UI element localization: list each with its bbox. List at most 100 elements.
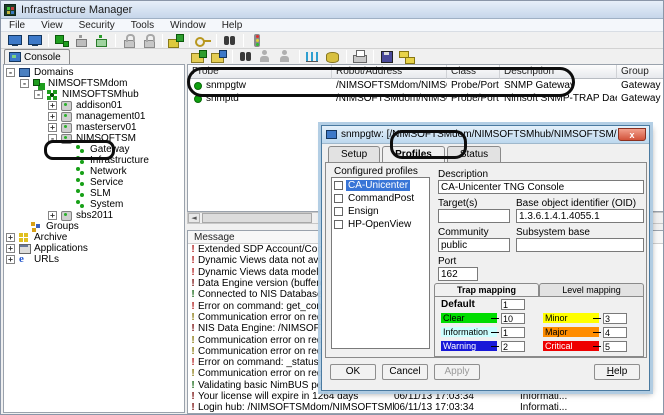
expand-icon[interactable]: + [48, 211, 57, 220]
find-probe-icon[interactable] [237, 49, 255, 64]
tree-item-sbs2011[interactable]: +sbs2011 [4, 210, 184, 221]
information-value-field[interactable] [501, 327, 525, 338]
scrollbar-thumb[interactable] [202, 213, 312, 223]
distribute-icon[interactable] [398, 49, 416, 64]
distribution-icon[interactable] [167, 33, 185, 48]
lock-icon[interactable] [120, 33, 138, 48]
scroll-left-icon[interactable]: ◄ [188, 213, 200, 223]
cancel-button[interactable]: Cancel [382, 364, 428, 380]
expand-icon[interactable]: + [48, 123, 57, 132]
save-icon[interactable] [378, 49, 396, 64]
checkbox-icon[interactable] [334, 194, 343, 203]
port-field[interactable] [438, 267, 478, 281]
menu-help[interactable]: Help [214, 20, 251, 31]
tab-level-mapping[interactable]: Level mapping [539, 283, 644, 296]
table-row-snmptd[interactable]: snmptd /NIMSOFTSMdom/NIMSOFTS... Probe/P… [188, 92, 664, 105]
print-icon[interactable] [351, 49, 369, 64]
ok-button[interactable]: OK [330, 364, 376, 380]
tree-item-infrastructure[interactable]: Infrastructure [4, 155, 184, 166]
view-robots-icon[interactable] [190, 49, 208, 64]
profile-item-ensign[interactable]: Ensign [332, 205, 429, 218]
expand-icon[interactable]: + [6, 233, 15, 242]
tree-item-nimsoftsmdom[interactable]: -NIMSOFTSMdom [4, 78, 184, 89]
robot-icon[interactable] [73, 33, 91, 48]
tab-trap-mapping[interactable]: Trap mapping [434, 283, 539, 296]
checkbox-icon[interactable] [334, 220, 343, 229]
tab-console[interactable]: Console [4, 49, 70, 64]
tab-profiles[interactable]: Profiles [382, 146, 445, 162]
tree-item-masterserv01[interactable]: +masterserv01 [4, 122, 184, 133]
tree-item-nimsoftsm[interactable]: -NIMSOFTSM [4, 133, 184, 144]
robot-icon [60, 133, 73, 144]
column-header-robot-address[interactable]: Robot/Address [332, 65, 447, 79]
unlock-icon[interactable] [140, 33, 158, 48]
view-packages-icon[interactable] [210, 49, 228, 64]
profile-item-ca-unicenter[interactable]: CA-Unicenter [332, 179, 429, 192]
critical-value-field[interactable] [603, 341, 627, 352]
tree-item-service[interactable]: Service [4, 177, 184, 188]
checkbox-icon[interactable] [334, 181, 343, 190]
message-row[interactable]: !Login hub: /NIMSOFTSMdom/NIMSOFTSMhub/N… [188, 402, 664, 413]
checkbox-icon[interactable] [334, 207, 343, 216]
description-field[interactable] [438, 180, 644, 194]
console-view2-icon[interactable] [26, 33, 44, 48]
message-row[interactable]: !Your license will expire in 1264 days06… [188, 391, 664, 402]
database-icon[interactable] [324, 49, 342, 64]
community-field[interactable] [438, 238, 510, 252]
column-header-group[interactable]: Group [617, 65, 664, 79]
tree-item-groups[interactable]: Groups [4, 221, 184, 232]
column-header-description[interactable]: Description [500, 65, 617, 79]
tree-item-applications[interactable]: +Applications [4, 243, 184, 254]
binoculars-icon[interactable] [221, 33, 239, 48]
tab-setup[interactable]: Setup [328, 146, 380, 162]
collapse-icon[interactable]: - [6, 68, 15, 77]
menu-file[interactable]: File [1, 20, 33, 31]
collapse-icon[interactable]: - [34, 90, 43, 99]
expand-icon[interactable]: + [48, 101, 57, 110]
key-icon[interactable] [194, 33, 212, 48]
tree-item-network[interactable]: Network [4, 166, 184, 177]
profile-item-commandpost[interactable]: CommandPost [332, 192, 429, 205]
major-value-field[interactable] [603, 327, 627, 338]
tree-item-nimsoftsmhub[interactable]: -NIMSOFTSMhub [4, 89, 184, 100]
minor-value-field[interactable] [603, 313, 627, 324]
tree-item-addison01[interactable]: +addison01 [4, 100, 184, 111]
graph-icon[interactable] [304, 49, 322, 64]
oid-field[interactable] [516, 209, 644, 223]
probe-group-icon [74, 199, 87, 210]
logout-user-icon[interactable] [277, 49, 295, 64]
menu-window[interactable]: Window [162, 20, 214, 31]
clear-value-field[interactable] [501, 313, 525, 324]
tree-item-system[interactable]: System [4, 199, 184, 210]
column-header-probe[interactable]: Probe [188, 65, 332, 79]
menu-view[interactable]: View [33, 20, 71, 31]
tree-item-gateway[interactable]: Gateway [4, 144, 184, 155]
menu-security[interactable]: Security [71, 20, 123, 31]
console-view-icon[interactable] [6, 33, 24, 48]
expand-icon[interactable]: + [48, 112, 57, 121]
expand-icon[interactable]: + [6, 244, 15, 253]
collapse-icon[interactable]: - [20, 79, 29, 88]
column-header-class[interactable]: Class [447, 65, 500, 79]
table-row-snmpgtw[interactable]: snmpgtw /NIMSOFTSMdom/NIMSOFTS... Probe/… [188, 79, 664, 92]
tree-item-slm[interactable]: SLM [4, 188, 184, 199]
robot-active-icon[interactable] [93, 33, 111, 48]
tree-item-archive[interactable]: +Archive [4, 232, 184, 243]
traffic-light-icon[interactable] [248, 33, 266, 48]
hub-icon[interactable] [53, 33, 71, 48]
tree-item-urls[interactable]: +URLs [4, 254, 184, 265]
menu-tools[interactable]: Tools [123, 20, 162, 31]
help-button[interactable]: Help [594, 364, 640, 380]
expand-icon[interactable]: + [6, 255, 15, 264]
warning-value-field[interactable] [501, 341, 525, 352]
subsystem-base-field[interactable] [516, 238, 644, 252]
tree-item-management01[interactable]: +management01 [4, 111, 184, 122]
login-user-icon[interactable] [257, 49, 275, 64]
tree-item-domains[interactable]: -Domains [4, 67, 184, 78]
profile-item-hp-openview[interactable]: HP-OpenView [332, 218, 429, 231]
tab-status[interactable]: Status [447, 146, 501, 162]
close-icon[interactable]: x [618, 128, 646, 141]
collapse-icon[interactable]: - [48, 134, 57, 143]
targets-field[interactable] [438, 209, 510, 223]
default-value-field[interactable] [501, 299, 525, 310]
